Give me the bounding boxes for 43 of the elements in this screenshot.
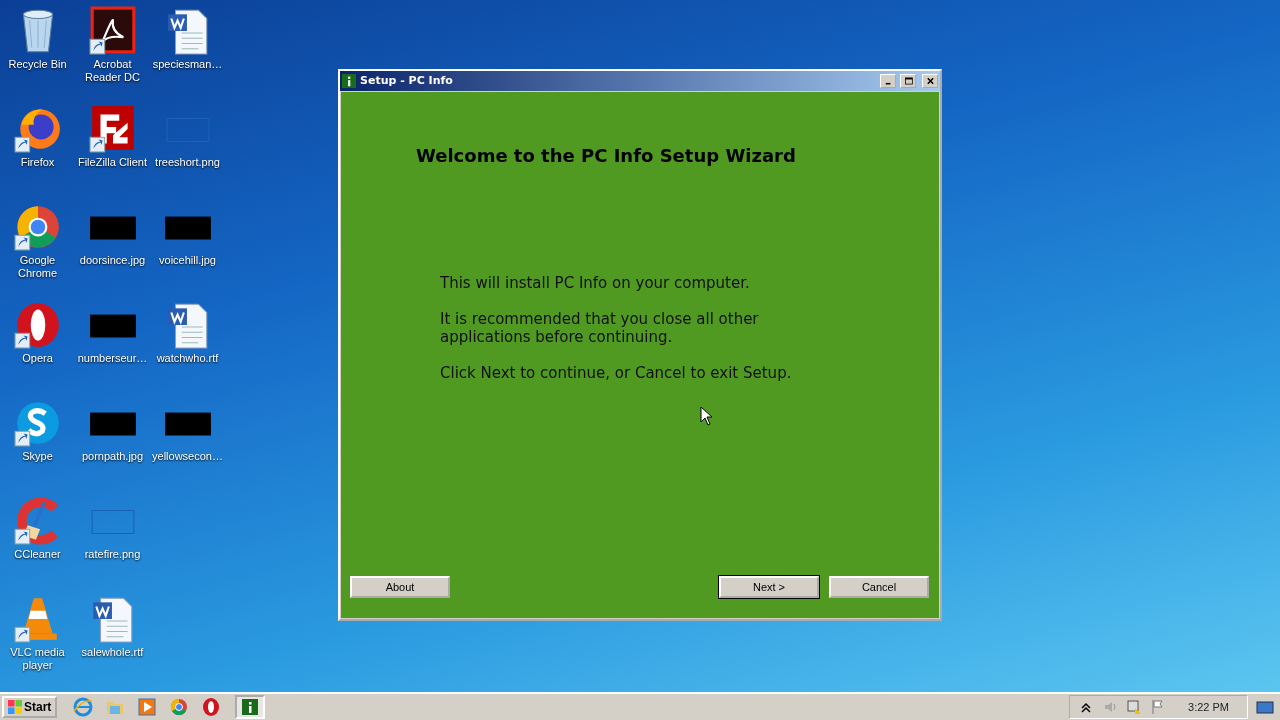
- icon-label[interactable]: Opera: [0, 352, 75, 365]
- opera-icon[interactable]: [201, 697, 222, 717]
- minimize-button[interactable]: [880, 74, 896, 88]
- icon-label[interactable]: treeshort.png: [150, 156, 225, 169]
- icon-label[interactable]: yellowsecon…: [150, 450, 225, 463]
- start-logo-icon: [8, 700, 22, 714]
- icon-label[interactable]: Recycle Bin: [0, 58, 75, 71]
- media-player-icon[interactable]: [137, 697, 158, 717]
- wizard-button[interactable]: Next >: [719, 576, 819, 598]
- icon-label[interactable]: pornpath.jpg: [75, 450, 150, 463]
- icon-label[interactable]: voicehill.jpg: [150, 254, 225, 267]
- close-button[interactable]: [922, 74, 938, 88]
- icon-label[interactable]: VLC media player: [0, 646, 75, 672]
- app-icon: [242, 699, 259, 715]
- wizard-button[interactable]: Cancel: [829, 576, 929, 598]
- cursor-icon: [700, 406, 713, 427]
- wizard-heading: Welcome to the PC Info Setup Wizard: [415, 144, 797, 168]
- start-button[interactable]: Start: [2, 696, 58, 718]
- icon-label[interactable]: Skype: [0, 450, 75, 463]
- wizard-text: Click Next to continue, or Cancel to exit Setup.: [440, 364, 793, 382]
- maximize-button[interactable]: [900, 74, 916, 88]
- icon-label[interactable]: numberseur…: [75, 352, 150, 365]
- icon-label[interactable]: FileZilla Client: [75, 156, 150, 169]
- icon-label[interactable]: speciesman…: [150, 58, 225, 71]
- wizard-text: It is recommended that you close all other applications before continuing.: [440, 310, 760, 346]
- window-title: Setup - PC Info: [360, 72, 454, 89]
- maximize-icon: [902, 76, 914, 86]
- clock[interactable]: 3:22 PM: [1188, 698, 1229, 716]
- icon-label[interactable]: watchwho.rtf: [150, 352, 225, 365]
- app-icon: [342, 74, 356, 88]
- icon-label[interactable]: salewhole.rtf: [75, 646, 150, 659]
- wizard-button[interactable]: About: [350, 576, 450, 598]
- acrobat-icon[interactable]: [87, 6, 138, 56]
- icon-label[interactable]: Firefox: [0, 156, 75, 169]
- icon-label[interactable]: Google Chrome: [0, 254, 75, 280]
- icon-label[interactable]: doorsince.jpg: [75, 254, 150, 267]
- show-desktop-icon[interactable]: [1256, 699, 1274, 715]
- icon-label[interactable]: Acrobat Reader DC: [75, 58, 150, 84]
- taskbar-button[interactable]: [235, 695, 266, 719]
- chrome-icon[interactable]: [169, 697, 190, 717]
- wizard-text: This will install PC Info on your computer.: [440, 274, 751, 292]
- icon-label[interactable]: ratefire.png: [75, 548, 150, 561]
- icon-label[interactable]: CCleaner: [0, 548, 75, 561]
